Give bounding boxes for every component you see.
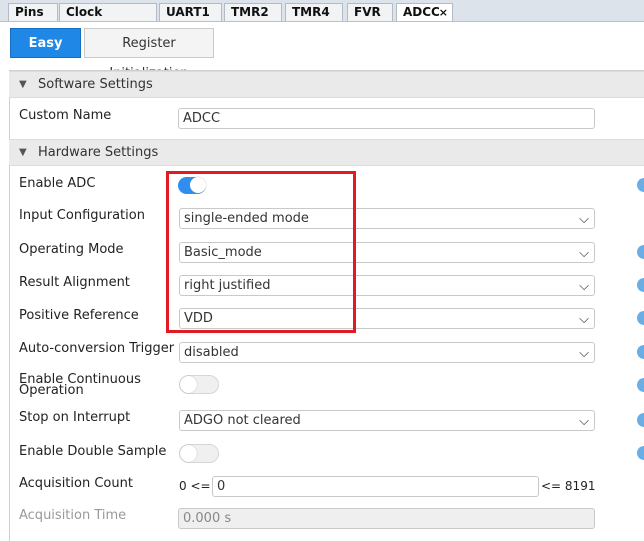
auto-conversion-trigger-label: Auto-conversion Trigger: [19, 341, 175, 356]
info-icon[interactable]: [637, 446, 644, 460]
tab-label: FVR: [354, 5, 381, 19]
collapse-triangle-icon: ▼: [19, 147, 27, 158]
enable-continuous-operation-label: Enable Continuous Operation: [19, 372, 141, 398]
chevron-down-icon: ⌵: [579, 414, 589, 429]
select-value: disabled: [184, 345, 239, 360]
editor-tab-bar: Pins Clock Control UART1 TMR2 TMR4 FVR A…: [0, 0, 644, 36]
acquisition-time-field: 0.000 s: [178, 508, 595, 529]
stop-on-interrupt-label: Stop on Interrupt: [19, 410, 131, 425]
info-icon[interactable]: [637, 278, 644, 292]
select-value: ADGO not cleared: [184, 413, 301, 428]
acquisition-count-input[interactable]: 0: [212, 476, 539, 497]
max-bound-text: <= 8191: [541, 479, 596, 493]
custom-name-input[interactable]: ADCC: [178, 108, 595, 129]
stop-on-interrupt-select[interactable]: ADGO not cleared ⌵: [179, 410, 595, 431]
section-title: Hardware Settings: [38, 145, 159, 160]
info-icon[interactable]: [637, 378, 644, 392]
tab-uart1[interactable]: UART1: [159, 3, 222, 21]
close-tab-icon[interactable]: ×: [439, 4, 448, 21]
tab-fvr[interactable]: FVR: [347, 3, 393, 21]
info-icon[interactable]: [637, 178, 644, 192]
positive-reference-label: Positive Reference: [19, 308, 139, 323]
enable-double-sample-label: Enable Double Sample: [19, 444, 167, 459]
chevron-down-icon: ⌵: [579, 346, 589, 361]
enable-double-sample-toggle[interactable]: [179, 444, 219, 463]
info-icon[interactable]: [637, 245, 644, 259]
toggle-knob: [180, 376, 197, 393]
tab-label: UART1: [166, 5, 210, 19]
min-bound-text: 0 <=: [179, 479, 211, 493]
collapse-triangle-icon: ▼: [19, 79, 27, 90]
tab-label: TMR2: [231, 5, 269, 19]
view-subtabs: Easy View Register Initialization: [0, 22, 644, 81]
hardware-settings-header[interactable]: ▼ Hardware Settings: [9, 139, 644, 166]
tab-register-initialization[interactable]: Register Initialization: [84, 28, 214, 81]
info-icon[interactable]: [637, 413, 644, 427]
enable-adc-label: Enable ADC: [19, 176, 96, 191]
software-settings-header[interactable]: ▼ Software Settings: [9, 71, 644, 98]
chevron-down-icon: ⌵: [579, 279, 589, 294]
auto-conversion-trigger-select[interactable]: disabled ⌵: [179, 342, 595, 363]
acquisition-time-label: Acquisition Time: [19, 508, 127, 523]
tab-pins[interactable]: Pins: [8, 3, 58, 21]
info-icon[interactable]: [637, 345, 644, 359]
tab-label: ADCC: [403, 5, 440, 19]
enable-continuous-operation-toggle[interactable]: [179, 375, 219, 394]
tab-label: Pins: [15, 5, 44, 19]
tab-easy-view[interactable]: Easy View: [10, 28, 81, 81]
tab-clock-control[interactable]: Clock Control: [59, 3, 157, 36]
chevron-down-icon: ⌵: [579, 246, 589, 261]
info-icon[interactable]: [637, 311, 644, 325]
custom-name-label: Custom Name: [19, 108, 112, 123]
operating-mode-label: Operating Mode: [19, 242, 124, 257]
tab-tmr4[interactable]: TMR4: [285, 3, 343, 21]
chevron-down-icon: ⌵: [579, 212, 589, 227]
toggle-knob: [180, 445, 197, 462]
highlight-box: [166, 171, 356, 333]
tab-tmr2[interactable]: TMR2: [224, 3, 282, 21]
section-title: Software Settings: [38, 77, 153, 92]
input-configuration-label: Input Configuration: [19, 208, 145, 223]
result-alignment-label: Result Alignment: [19, 275, 130, 290]
acquisition-count-label: Acquisition Count: [19, 476, 133, 491]
chevron-down-icon: ⌵: [579, 312, 589, 327]
tab-label: TMR4: [292, 5, 330, 19]
tab-adcc[interactable]: ADCC ×: [396, 3, 453, 21]
